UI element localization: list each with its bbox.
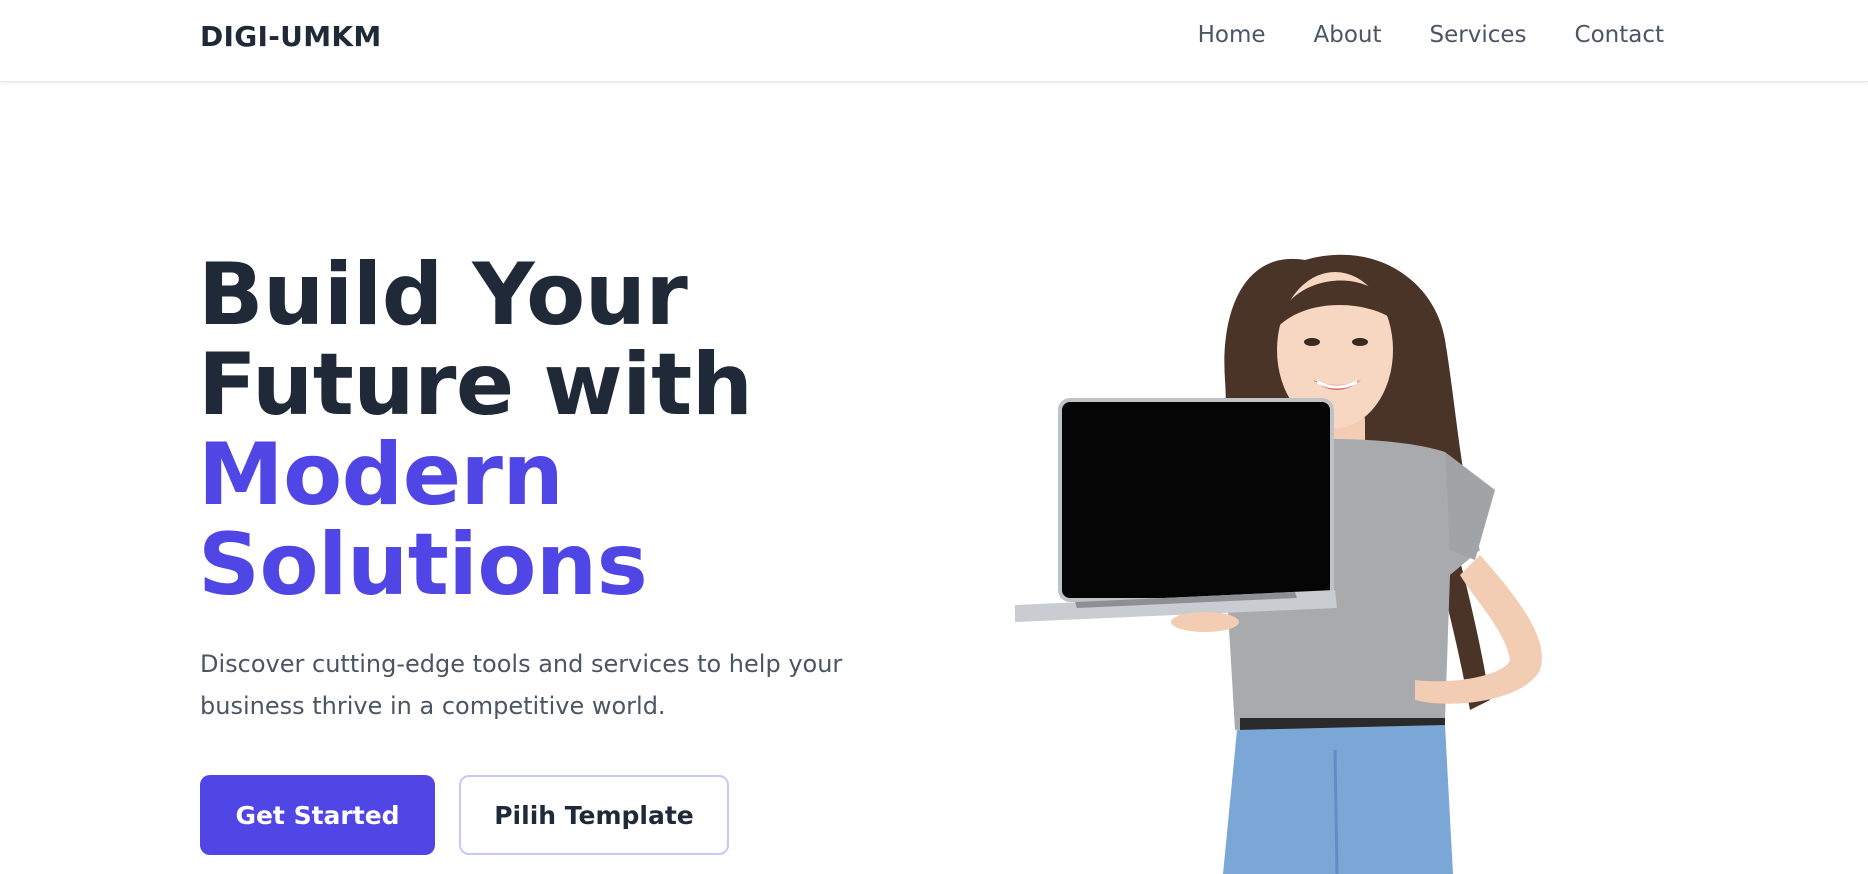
hero-heading-line-2: Future with — [198, 335, 753, 435]
nav-link-contact[interactable]: Contact — [1575, 22, 1664, 48]
navbar: DIGI-UMKM Home About Services Contact — [0, 0, 1868, 82]
nav-link-about[interactable]: About — [1314, 22, 1382, 48]
hero-subtitle: Discover cutting-edge tools and services… — [200, 650, 843, 720]
hero-heading-accent-line-2: Solutions — [198, 515, 648, 615]
brand-logo[interactable]: DIGI-UMKM — [200, 20, 382, 53]
nav-link-services[interactable]: Services — [1430, 22, 1527, 48]
woman-holding-laptop-illustration — [1015, 254, 1542, 874]
pilih-template-button[interactable]: Pilih Template — [459, 775, 729, 855]
hero-heading-accent-line-1: Modern — [198, 425, 564, 525]
nav-link-home[interactable]: Home — [1198, 22, 1266, 48]
get-started-button[interactable]: Get Started — [200, 775, 435, 855]
hero-heading: Build Your Future with Modern Solutions — [198, 245, 753, 615]
nav-links: Home About Services Contact — [1198, 22, 1664, 48]
hero-heading-line-1: Build Your — [198, 245, 688, 345]
